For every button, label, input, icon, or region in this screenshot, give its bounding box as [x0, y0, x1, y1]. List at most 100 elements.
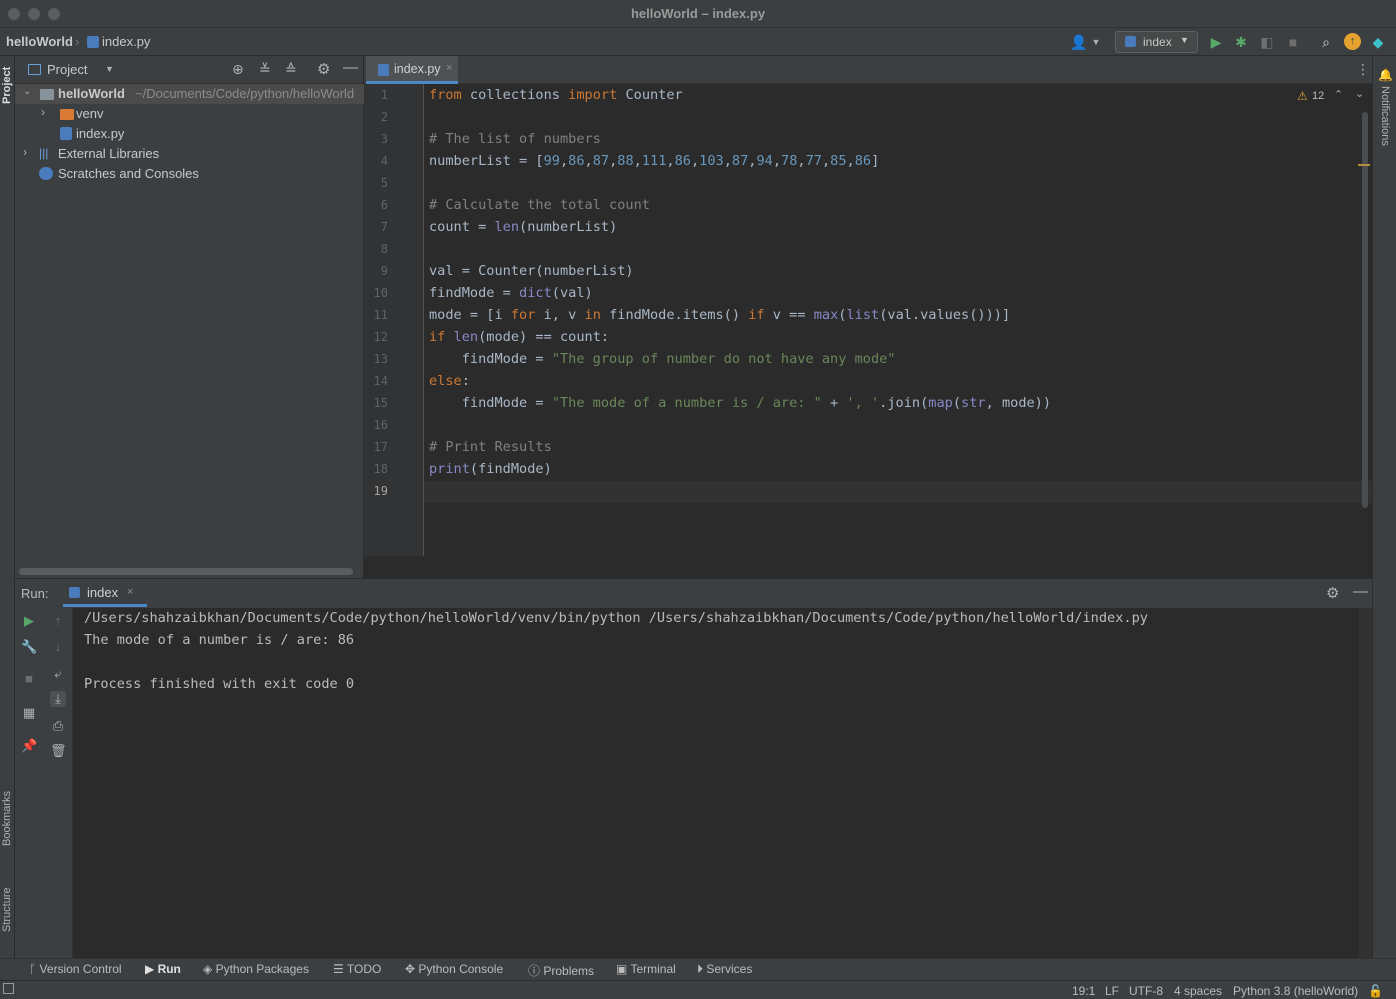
run-icon[interactable]: ▶	[1208, 34, 1224, 50]
indent-setting[interactable]: 4 spaces	[1174, 984, 1222, 998]
version-control-tool-button[interactable]: ᚴ Version Control	[29, 962, 122, 976]
arrow-down-icon[interactable]: ↓	[50, 639, 66, 655]
console-line: Process finished with exit code 0	[84, 676, 355, 692]
user-icon[interactable]: 👤	[1070, 34, 1087, 50]
stop-icon[interactable]: ■	[1285, 34, 1301, 50]
horizontal-scrollbar[interactable]	[19, 568, 353, 575]
previous-highlight-icon[interactable]: ⌃	[1334, 88, 1343, 101]
search-icon[interactable]: ⌕	[1318, 34, 1334, 50]
code-token: mode = [i	[429, 307, 511, 323]
caret-position[interactable]: 19:1	[1072, 984, 1095, 998]
rerun-icon[interactable]: ▶	[21, 613, 37, 629]
run-tab-index[interactable]: index ×	[63, 579, 147, 607]
chevron-right-icon[interactable]: ›	[23, 145, 27, 159]
terminal-tool-button[interactable]: ▣ Terminal	[616, 962, 676, 976]
code-token: ,	[666, 153, 675, 169]
line-number-gutter: 1 2 3 4 5 6 7 8 9 10 11 12 13 14 15 16 17 18 19	[364, 84, 424, 556]
tree-item-scratches[interactable]: Scratches and Consoles	[15, 164, 364, 184]
python-interpreter[interactable]: Python 3.8 (helloWorld)	[1233, 984, 1358, 998]
debug-icon[interactable]: ✱	[1233, 34, 1249, 50]
chevron-down-icon[interactable]: ⌄	[23, 86, 31, 97]
code-editor[interactable]: ⚠ 12 ⌃ ⌄ from collections import Counter…	[424, 84, 1372, 556]
soft-wrap-icon[interactable]: ⤶	[50, 666, 66, 682]
python-console-tool-button[interactable]: ✥ Python Console	[405, 962, 503, 976]
expand-all-icon[interactable]: ≚	[259, 61, 271, 78]
warning-icon[interactable]: ⚠	[1297, 89, 1308, 103]
code-line: val = Counter(numberList)	[429, 262, 634, 280]
chevron-down-icon[interactable]: ▼	[105, 64, 114, 74]
code-line: count = len(numberList)	[429, 218, 617, 236]
arrow-up-icon[interactable]: ↑	[50, 613, 66, 629]
warning-count[interactable]: 12	[1312, 90, 1324, 102]
run-toolbar-primary: ▶ 🔧 ■ ▦ 📌	[15, 608, 44, 958]
run-console[interactable]: /Users/shahzaibkhan/Documents/Code/pytho…	[73, 608, 1372, 958]
chevron-right-icon[interactable]: ›	[41, 105, 45, 119]
stop-icon[interactable]: ■	[21, 671, 37, 687]
tree-item-external-libraries[interactable]: › ||| External Libraries	[15, 144, 364, 164]
line-number: 4	[380, 154, 388, 168]
code-token: (numberList)	[519, 219, 618, 235]
python-icon	[1125, 36, 1136, 47]
coverage-icon[interactable]: ◧	[1259, 34, 1275, 50]
tool-windows-toggle-icon[interactable]	[3, 983, 14, 994]
update-icon[interactable]: ↑	[1344, 33, 1361, 50]
line-number: 9	[380, 264, 388, 278]
breadcrumb-file[interactable]: index.py	[102, 34, 150, 49]
gear-icon[interactable]: ⚙	[317, 60, 330, 78]
tool-label: Version Control	[39, 962, 122, 976]
pin-icon[interactable]: 📌	[21, 738, 37, 754]
line-separator[interactable]: LF	[1105, 984, 1119, 998]
navigation-bar: helloWorld › index.py 👤 ▼ index ▼ ▶ ✱ ◧ …	[0, 28, 1396, 56]
tree-item-helloworld[interactable]: ⌄ helloWorld ~/Documents/Code/python/hel…	[15, 84, 364, 104]
gear-icon[interactable]: ⚙	[1326, 584, 1339, 602]
notifications-tool-button[interactable]: Notifications	[1379, 86, 1391, 146]
wrench-icon[interactable]: 🔧	[21, 639, 37, 655]
bookmarks-tool-button[interactable]: Bookmarks	[1, 791, 13, 846]
code-token: (val)	[551, 285, 593, 301]
locate-file-icon[interactable]: ⊕	[232, 61, 244, 78]
warning-stripe-marker[interactable]	[1358, 164, 1370, 166]
todo-tool-button[interactable]: ☰ TODO	[333, 962, 381, 976]
next-highlight-icon[interactable]: ⌄	[1355, 87, 1364, 100]
code-token: collections	[461, 87, 569, 103]
code-token: (findMode)	[469, 461, 552, 477]
tree-item-index-py[interactable]: index.py	[15, 124, 364, 144]
code-token: "The group of number do not have any mod…	[551, 351, 896, 367]
services-tool-button[interactable]: ⏵ Services	[697, 962, 752, 977]
hide-panel-icon[interactable]: —	[1353, 583, 1368, 600]
code-line: # Calculate the total count	[429, 196, 650, 214]
bell-icon[interactable]: 🔔	[1378, 68, 1393, 82]
console-scroll-track[interactable]	[1359, 608, 1372, 958]
python-packages-tool-button[interactable]: ◈ Python Packages	[203, 962, 309, 976]
more-options-icon[interactable]: ⋮	[1356, 61, 1370, 78]
tab-index-py[interactable]: index.py ×	[366, 56, 458, 84]
close-tab-icon[interactable]: ×	[127, 586, 133, 598]
code-token: dict	[519, 285, 552, 301]
scroll-to-end-icon[interactable]: ⤓	[50, 691, 66, 707]
hide-panel-icon[interactable]: —	[343, 59, 358, 76]
lock-icon[interactable]: 🔓	[1368, 984, 1383, 998]
close-tab-icon[interactable]: ×	[446, 62, 452, 74]
run-tool-button[interactable]: ▶ Run	[145, 962, 181, 976]
breadcrumb-separator-icon: ›	[75, 34, 80, 49]
jetbrains-ai-icon[interactable]: ◆	[1370, 34, 1386, 50]
file-encoding[interactable]: UTF-8	[1129, 984, 1163, 998]
code-token: (	[952, 395, 962, 411]
code-token: findMode =	[429, 351, 552, 367]
layout-icon[interactable]: ▦	[21, 705, 37, 721]
code-token: ,	[633, 153, 642, 169]
problems-tool-button[interactable]: ⓘ Problems	[528, 962, 594, 979]
print-icon[interactable]: ⎙	[50, 718, 66, 734]
project-tool-button[interactable]: Project	[1, 67, 13, 104]
vertical-scrollbar[interactable]	[1362, 112, 1368, 508]
tool-label: Problems	[543, 964, 595, 978]
structure-tool-button[interactable]: Structure	[1, 887, 13, 932]
trash-icon[interactable]: 🗑	[50, 743, 67, 759]
code-token: findMode.items()	[600, 307, 749, 323]
collapse-all-icon[interactable]: ≙	[285, 61, 297, 78]
run-configuration-select[interactable]: index ▼	[1115, 31, 1198, 53]
tree-item-venv[interactable]: › venv	[15, 104, 364, 124]
project-view-title[interactable]: Project	[47, 62, 87, 77]
breadcrumb-project[interactable]: helloWorld	[6, 34, 73, 49]
